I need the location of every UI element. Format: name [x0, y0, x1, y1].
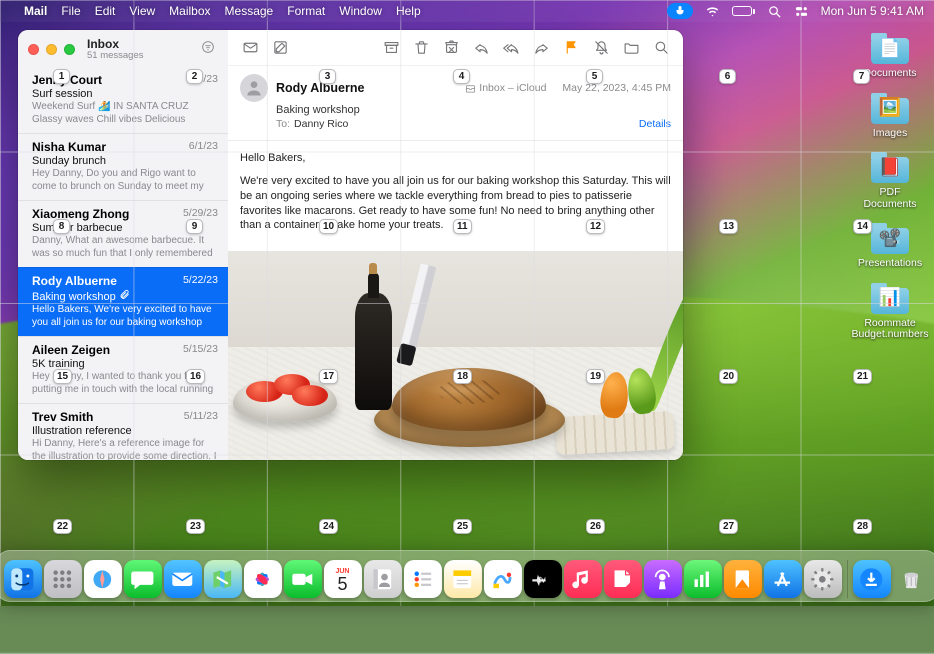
menu-mailbox[interactable]: Mailbox — [169, 4, 210, 18]
reader-attachment-image — [228, 251, 683, 460]
dock-pages[interactable] — [724, 560, 762, 598]
menubar: Mail File Edit View Mailbox Message Form… — [0, 0, 934, 22]
dock-safari[interactable] — [84, 560, 122, 598]
dock-notes[interactable] — [444, 560, 482, 598]
dock: JUN5 tv — [0, 550, 934, 602]
reader-mailbox[interactable]: Inbox – iCloud — [465, 82, 546, 94]
menubar-clock[interactable]: Mon Jun 5 9:41 AM — [821, 4, 924, 18]
folder-icon: 📄 — [867, 30, 913, 66]
dock-podcasts[interactable] — [644, 560, 682, 598]
message-row[interactable]: Aileen Zeigen5/15/235K trainingHey Danny… — [18, 336, 228, 403]
dock-launchpad[interactable] — [44, 560, 82, 598]
message-row[interactable]: Nisha Kumar6/1/23Sunday brunchHey Danny,… — [18, 133, 228, 200]
dock-photos[interactable] — [244, 560, 282, 598]
dock-news[interactable] — [604, 560, 642, 598]
flag-icon[interactable] — [559, 37, 583, 59]
reply-all-icon[interactable] — [499, 37, 523, 59]
message-row[interactable]: Xiaomeng Zhong5/29/23Summer barbecueDann… — [18, 200, 228, 267]
reader-details-link[interactable]: Details — [639, 118, 671, 130]
dock-messages[interactable] — [124, 560, 162, 598]
window-minimize[interactable] — [46, 44, 57, 55]
dock-appstore[interactable] — [764, 560, 802, 598]
dock-downloads[interactable] — [853, 560, 891, 598]
mute-icon[interactable] — [589, 37, 613, 59]
menu-window[interactable]: Window — [339, 4, 382, 18]
desktop-item[interactable]: 📕PDF Documents — [854, 149, 926, 210]
svg-text:tv: tv — [539, 574, 546, 584]
search-icon[interactable] — [649, 37, 673, 59]
mail-content: Rody Albuerne Inbox – iCloud May 22, 202… — [228, 30, 683, 460]
dock-calendar[interactable]: JUN5 — [324, 560, 362, 598]
reply-icon[interactable] — [469, 37, 493, 59]
voice-control-pill[interactable] — [667, 3, 693, 19]
desktop-item-label: Roommate Budget.numbers — [851, 318, 928, 341]
message-row[interactable]: Jenny Court6/3/23Surf sessionWeekend Sur… — [18, 67, 228, 133]
desktop-item-label: Documents — [863, 68, 916, 80]
reader-to-name: Danny Rico — [294, 118, 348, 130]
window-close[interactable] — [28, 44, 39, 55]
menu-message[interactable]: Message — [225, 4, 274, 18]
dock-music[interactable] — [564, 560, 602, 598]
envelope-icon[interactable] — [238, 37, 262, 59]
menu-edit[interactable]: Edit — [95, 4, 116, 18]
folder-icon: 📽️ — [867, 220, 913, 256]
inbox-title: Inbox — [87, 38, 144, 51]
menu-file[interactable]: File — [61, 4, 80, 18]
dock-tv[interactable]: tv — [524, 560, 562, 598]
inbox-subtitle: 51 messages — [87, 51, 144, 61]
desktop-item[interactable]: 📽️ Presentations — [854, 220, 926, 270]
dock-freeform[interactable] — [484, 560, 522, 598]
reader-subject: Baking workshop — [276, 104, 671, 116]
menu-format[interactable]: Format — [287, 4, 325, 18]
message-list[interactable]: Jenny Court6/3/23Surf sessionWeekend Sur… — [18, 67, 228, 460]
message-row[interactable]: Rody Albuerne5/22/23Baking workshop Hell… — [18, 267, 228, 336]
reader-body: Hello Bakers, We're very excited to have… — [228, 141, 683, 251]
filter-icon[interactable] — [198, 37, 218, 62]
folder-icon: 📊 — [867, 280, 913, 316]
reader-from: Rody Albuerne — [276, 81, 364, 95]
move-icon[interactable] — [619, 37, 643, 59]
window-zoom[interactable] — [64, 44, 75, 55]
mail-window: Inbox 51 messages Jenny Court6/3/23Surf … — [18, 30, 683, 460]
avatar — [240, 74, 268, 102]
dock-reminders[interactable] — [404, 560, 442, 598]
desktop-item-label: Presentations — [858, 258, 922, 270]
compose-icon[interactable] — [268, 37, 292, 59]
desktop-item[interactable]: 📊Roommate Budget.numbers — [854, 280, 926, 341]
folder-icon: 🖼️ — [867, 90, 913, 126]
control-center-icon[interactable] — [794, 4, 809, 19]
mail-toolbar — [228, 30, 683, 66]
reader-to-label: To: — [276, 118, 290, 130]
dock-settings[interactable] — [804, 560, 842, 598]
dock-finder[interactable] — [4, 560, 42, 598]
reader-timestamp: May 22, 2023, 4:45 PM — [562, 82, 671, 94]
folder-icon: 📕 — [867, 149, 913, 185]
archive-icon[interactable] — [379, 37, 403, 59]
desktop-item[interactable]: 🖼️ Images — [854, 90, 926, 140]
battery-icon[interactable] — [732, 6, 755, 16]
desktop-item[interactable]: 📄 Documents — [854, 30, 926, 80]
wifi-icon[interactable] — [705, 4, 720, 19]
dock-mail[interactable] — [164, 560, 202, 598]
dock-numbers[interactable] — [684, 560, 722, 598]
dock-contacts[interactable] — [364, 560, 402, 598]
desktop-items: 📄 Documents 🖼️ Images 📕PDF Documents 📽️ Presen… — [854, 30, 926, 341]
junk-icon[interactable] — [439, 37, 463, 59]
dock-facetime[interactable] — [284, 560, 322, 598]
trash-icon[interactable] — [409, 37, 433, 59]
menubar-app-name[interactable]: Mail — [24, 4, 47, 18]
menu-view[interactable]: View — [129, 4, 155, 18]
message-row[interactable]: Trev Smith5/11/23Illustration referenceH… — [18, 403, 228, 460]
forward-icon[interactable] — [529, 37, 553, 59]
desktop-item-label: PDF Documents — [854, 187, 926, 210]
mail-sidebar: Inbox 51 messages Jenny Court6/3/23Surf … — [18, 30, 228, 460]
dock-maps[interactable] — [204, 560, 242, 598]
dock-trash[interactable] — [893, 560, 931, 598]
menu-help[interactable]: Help — [396, 4, 421, 18]
spotlight-icon[interactable] — [767, 4, 782, 19]
attachment-icon — [119, 289, 130, 300]
desktop-item-label: Images — [873, 128, 907, 140]
